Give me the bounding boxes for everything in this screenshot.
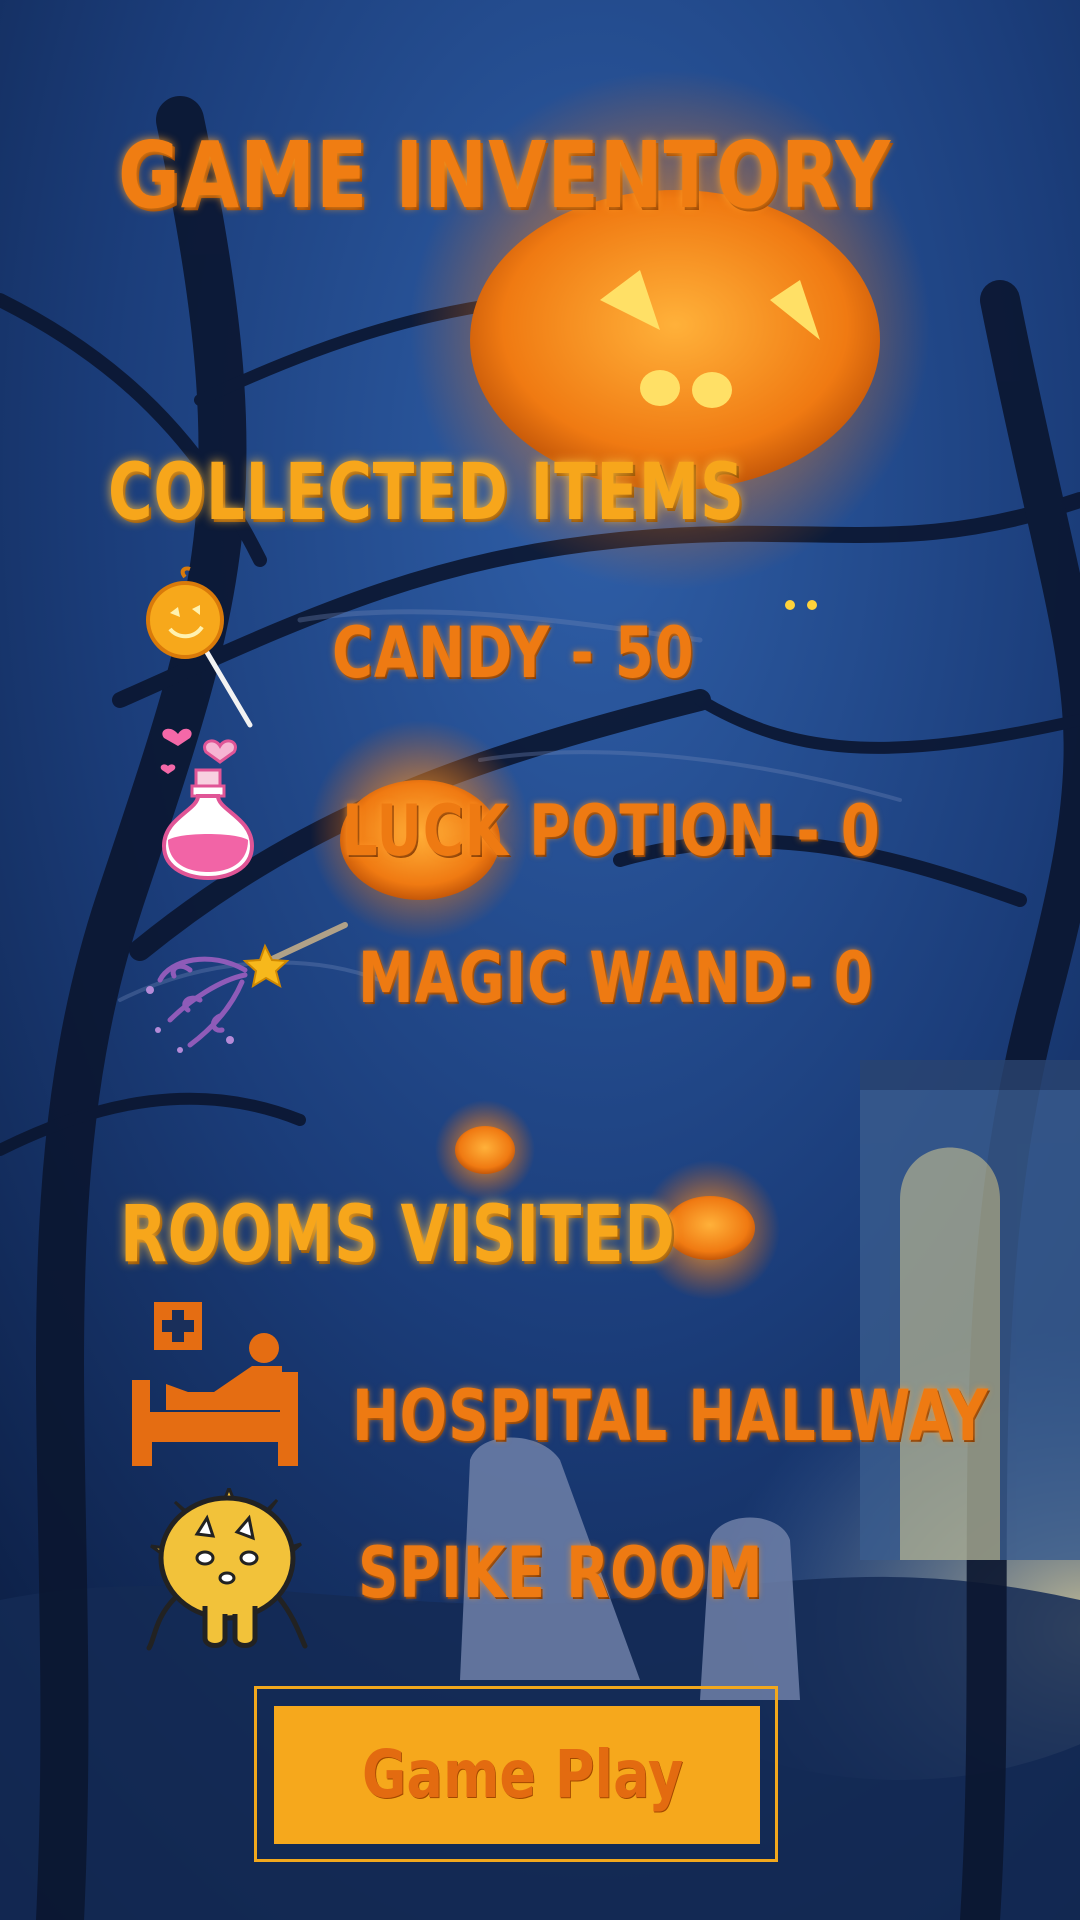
room-item-label: Hospital Hallway <box>352 1375 989 1457</box>
game-play-button[interactable]: Game Play <box>274 1706 760 1844</box>
page-title: Game Inventory <box>118 122 892 229</box>
lollipop-icon <box>146 566 253 728</box>
inventory-item-label: Luck Potion - 0 <box>342 790 881 872</box>
game-play-button-label: Game Play <box>362 1736 684 1813</box>
potion-icon <box>160 728 255 881</box>
inventory-item-label: Magic Wand- 0 <box>358 937 874 1019</box>
collected-items-heading: Collected Items <box>108 448 745 538</box>
hospital-bed-icon <box>132 1302 298 1466</box>
inventory-item-label: Candy - 50 <box>332 612 695 694</box>
magic-wand-icon <box>146 922 348 1053</box>
spike-monster-icon <box>146 1488 308 1651</box>
rooms-visited-heading: Rooms Visited <box>120 1190 676 1280</box>
room-item-label: Spike Room <box>358 1532 764 1614</box>
